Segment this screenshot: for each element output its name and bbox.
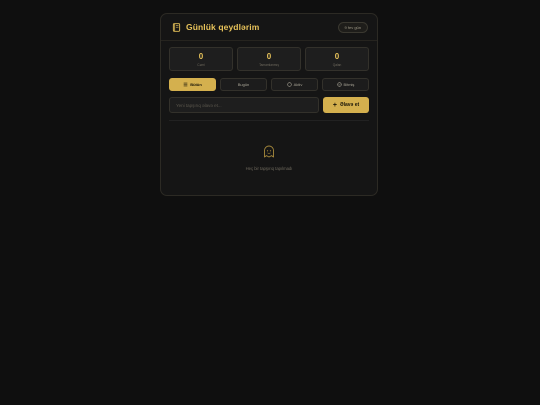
add-task-button[interactable]: + Əlavə et: [323, 97, 369, 113]
stats-row: 0 Cəmi 0 Tamamlanmış 0 Qalan: [161, 41, 377, 71]
stat-completed: 0 Tamamlanmış: [237, 47, 301, 71]
tab-active[interactable]: Aktiv: [271, 78, 318, 91]
check-circle-icon: [336, 82, 342, 87]
card-header: Günlük qeydlərim 9 fev gün: [161, 14, 377, 41]
ghost-icon: [264, 145, 274, 158]
stat-value: 0: [198, 51, 204, 61]
tab-label: Aktiv: [293, 82, 303, 87]
tab-today[interactable]: Bugün: [220, 78, 267, 91]
add-task-row: Yeni tapşırıq əlavə et... + Əlavə et: [161, 91, 377, 113]
add-button-label: Əlavə et: [339, 102, 360, 108]
stat-label: Qalan: [332, 62, 342, 67]
date-badge: 9 fev gün: [337, 21, 368, 33]
list-icon: [183, 82, 188, 87]
stat-value: 0: [266, 51, 272, 61]
new-task-input[interactable]: Yeni tapşırıq əlavə et...: [169, 97, 319, 113]
book-icon: [172, 22, 181, 32]
tab-label: Bitmiş: [343, 82, 355, 87]
empty-state: Heç bir tapşırıq tapılmadı: [161, 121, 377, 171]
tab-label: Bütün: [190, 82, 202, 87]
todo-card: Günlük qeydlərim 9 fev gün 0 Cəmi 0 Tama…: [160, 13, 378, 196]
stat-label: Cəmi: [197, 62, 205, 67]
stat-value: 0: [334, 51, 340, 61]
stat-label: Tamamlanmış: [259, 62, 279, 67]
stat-total: 0 Cəmi: [169, 47, 233, 71]
filter-tabs: Bütün Bugün Aktiv Bitmiş: [161, 71, 377, 91]
circle-icon: [287, 82, 292, 87]
page-title: Günlük qeydlərim: [186, 22, 260, 32]
tab-label: Bugün: [237, 82, 250, 87]
stat-remaining: 0 Qalan: [305, 47, 369, 71]
tab-done[interactable]: Bitmiş: [322, 78, 369, 91]
empty-message: Heç bir tapşırıq tapılmadı: [245, 166, 293, 171]
tab-all[interactable]: Bütün: [169, 78, 216, 91]
plus-icon: +: [332, 101, 337, 109]
